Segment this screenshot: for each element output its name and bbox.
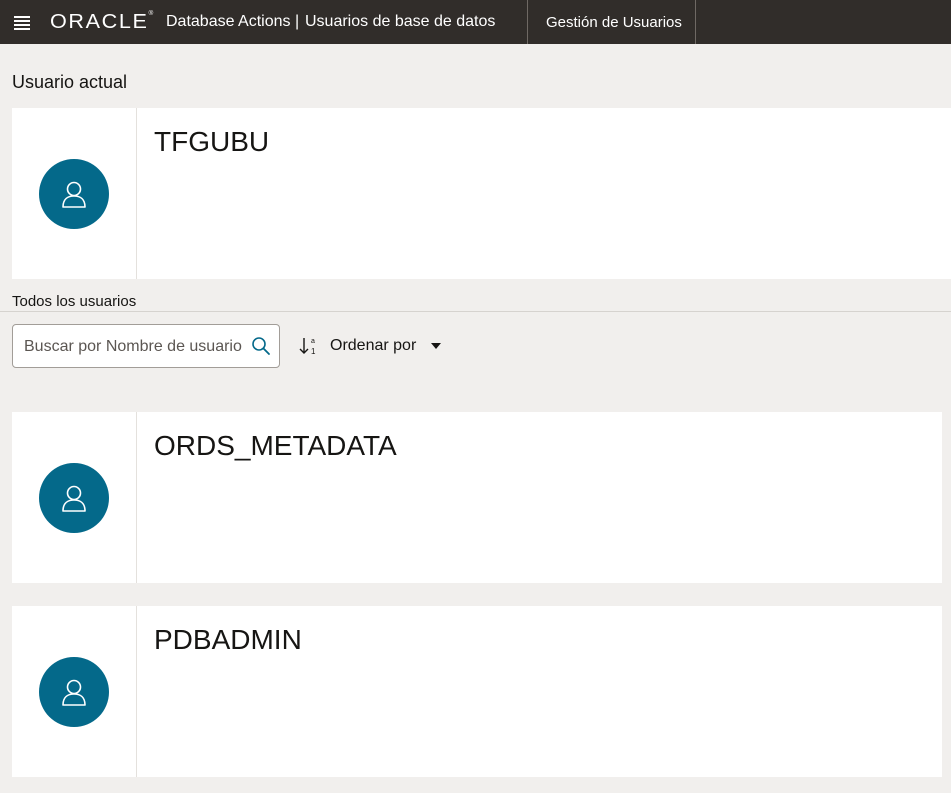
avatar [39, 158, 109, 229]
search-input[interactable] [24, 337, 244, 357]
current-user-name: TFGUBU [154, 126, 270, 157]
sort-icon: a 1 [299, 338, 316, 356]
user-icon [62, 181, 86, 208]
user-card[interactable]: ORDS_METADATA [12, 412, 942, 583]
user-name: PDBADMIN [154, 624, 302, 655]
avatar-container [12, 412, 137, 583]
hamburger-menu-icon[interactable] [14, 16, 30, 30]
avatar [39, 462, 109, 533]
avatar-container [12, 108, 137, 279]
current-user-card[interactable]: TFGUBU [12, 108, 951, 279]
user-card[interactable]: PDBADMIN [12, 606, 942, 777]
svg-text:a: a [311, 338, 315, 345]
current-user-heading: Usuario actual [12, 72, 128, 92]
top-bar: ORACLE® Database Actions | Usuarios de b… [0, 0, 951, 44]
user-icon [62, 679, 86, 706]
user-icon [62, 485, 86, 512]
svg-text:1: 1 [311, 347, 316, 356]
user-name: ORDS_METADATA [154, 430, 397, 461]
avatar-container [12, 606, 137, 777]
search-field[interactable] [12, 324, 280, 368]
sort-by-button[interactable]: a 1 Ordenar por [298, 333, 448, 359]
chevron-down-icon [431, 343, 442, 349]
app-title: Database Actions | [166, 13, 300, 30]
page-title: Usuarios de base de datos [305, 13, 496, 30]
nav-divider [527, 0, 528, 44]
tab-gestion-usuarios[interactable]: Gestión de Usuarios [546, 14, 682, 31]
avatar [39, 656, 109, 727]
sort-label: Ordenar por [330, 337, 417, 354]
nav-divider [695, 0, 696, 44]
section-divider [0, 311, 951, 312]
oracle-logo: ORACLE® [50, 11, 154, 33]
search-icon[interactable] [251, 336, 271, 356]
all-users-heading: Todos los usuarios [12, 293, 137, 310]
